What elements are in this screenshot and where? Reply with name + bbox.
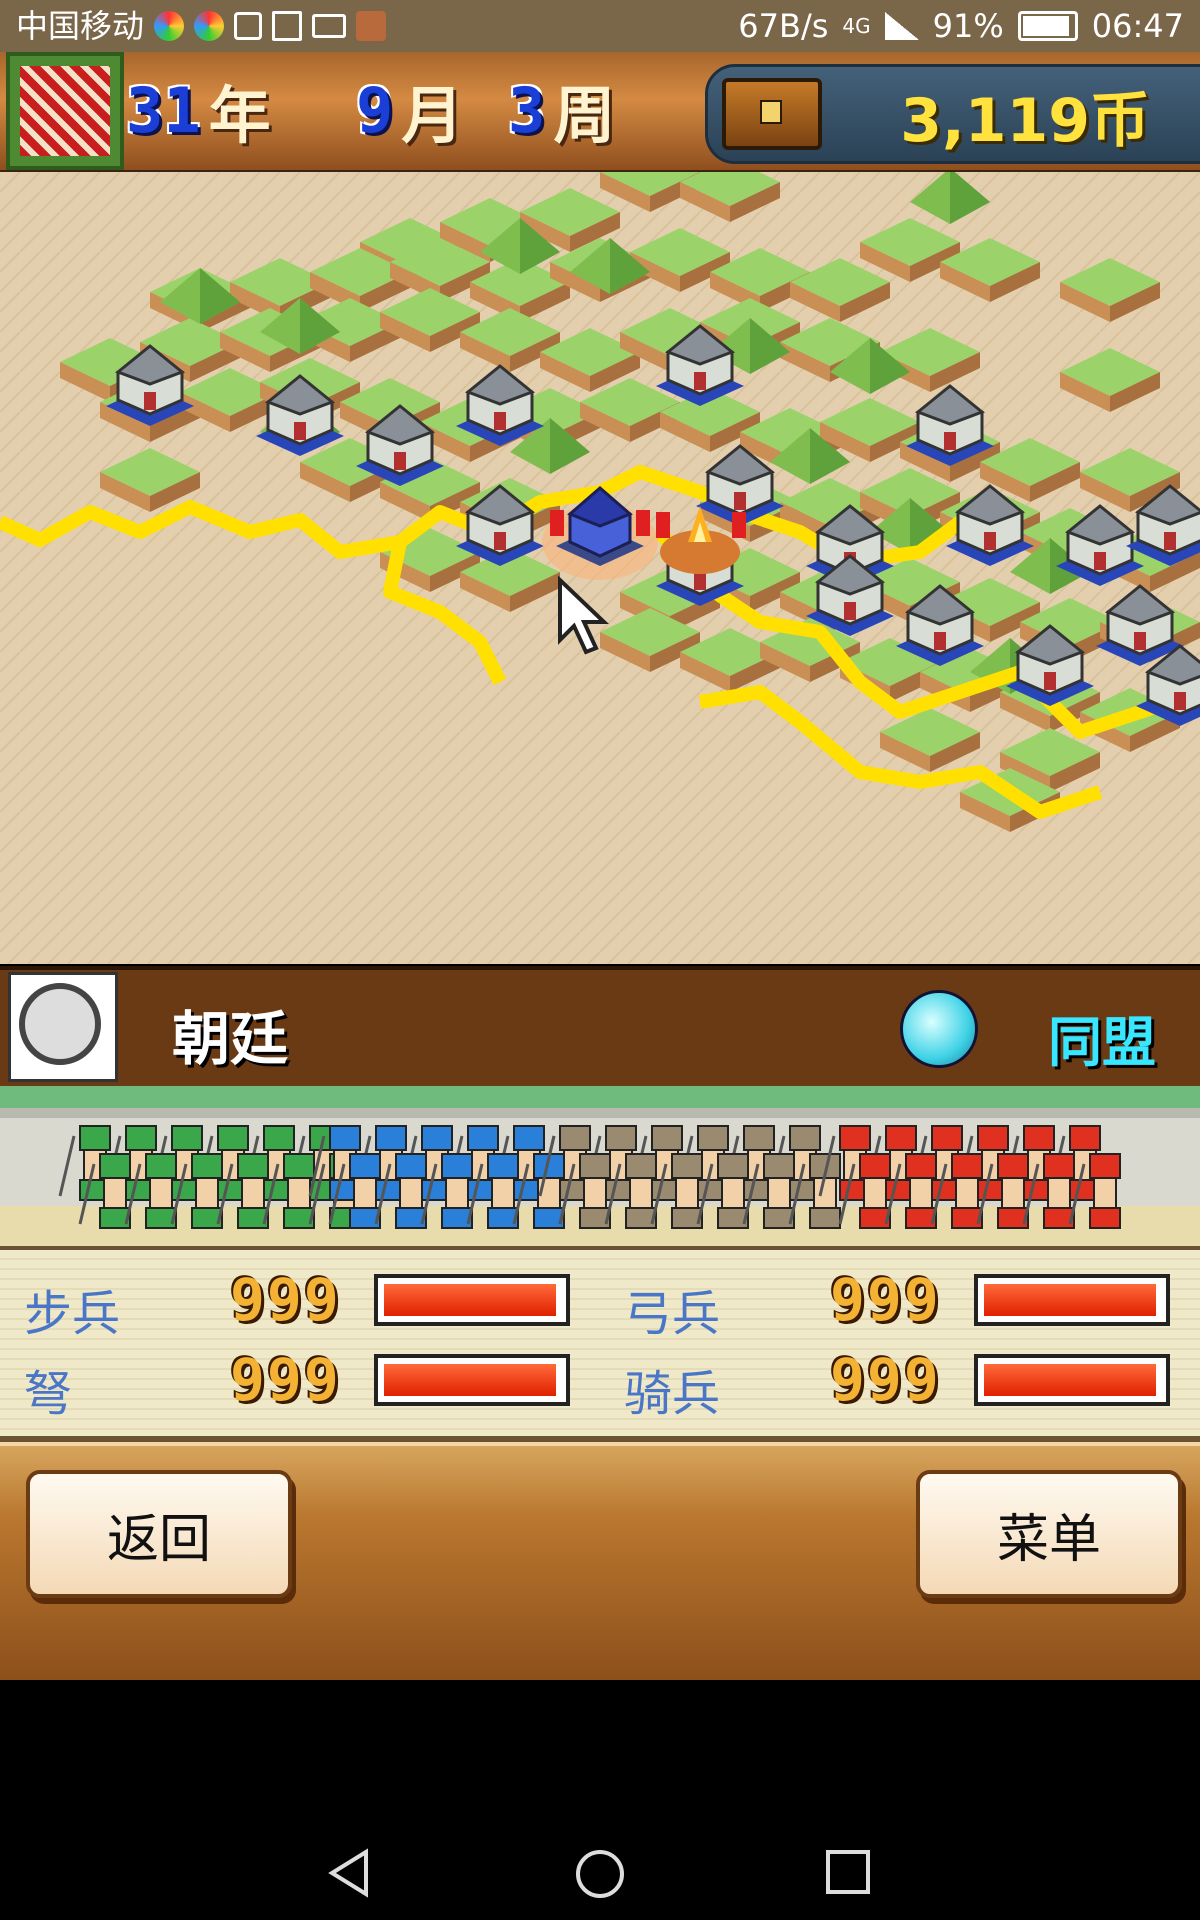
stat-crossbow: 弩 999 [0, 1330, 600, 1422]
stat-archer: 弓兵 999 [600, 1250, 1200, 1342]
battle-fire-icon [656, 506, 746, 574]
net-speed-label: 67B/s [738, 7, 829, 45]
stat-label: 骑兵 [624, 1366, 721, 1422]
carrier-label: 中国移动 [16, 7, 145, 45]
world-map[interactable] [0, 172, 1200, 964]
relation-status: 同盟 [1048, 1011, 1156, 1074]
app-notification-icon [194, 11, 225, 41]
stat-label: 弩 [24, 1366, 73, 1422]
stat-value: 999 [230, 1346, 341, 1414]
square-recent-icon[interactable] [824, 1848, 872, 1896]
game-notification-icon [356, 11, 387, 41]
stat-value: 999 [830, 1346, 941, 1414]
lock-notification-icon [234, 12, 263, 40]
status-bar: 中国移动 67B/s 4G 91% 06:47 [0, 0, 1200, 52]
clock-label: 06:47 [1091, 7, 1184, 45]
stat-bar [374, 1274, 570, 1326]
stat-value: 999 [830, 1266, 941, 1334]
stat-infantry: 步兵 999 [0, 1250, 600, 1342]
app-notification-icon [154, 11, 185, 41]
battery-icon [1017, 11, 1078, 41]
stat-cavalry: 骑兵 999 [600, 1330, 1200, 1422]
stat-value: 999 [230, 1266, 341, 1334]
triangle-back-icon[interactable] [326, 1848, 374, 1898]
faction-name: 朝廷 [172, 1005, 289, 1073]
troop-sprites [0, 1108, 1200, 1229]
army-illustration [0, 1086, 1200, 1251]
date-week: 3 周 [508, 73, 616, 153]
map-canvas[interactable] [0, 172, 1200, 964]
back-button[interactable]: 返回 [26, 1470, 292, 1598]
stat-bar [974, 1354, 1170, 1406]
network-type-label: 4G [842, 14, 871, 38]
signal-icon [884, 12, 919, 40]
alliance-face-icon [900, 990, 978, 1068]
clan-emblem-icon[interactable] [6, 52, 124, 170]
stat-bar [374, 1354, 570, 1406]
menu-button[interactable]: 菜单 [916, 1470, 1182, 1598]
date-year: 31 年 [126, 73, 271, 153]
image-notification-icon [272, 11, 303, 41]
money-amount: 3,119币 [900, 86, 1150, 156]
treasure-chest-icon [722, 78, 822, 150]
battery-percent-label: 91% [932, 7, 1004, 45]
date-month: 9 月 [356, 73, 464, 153]
keyboard-notification-icon [312, 14, 347, 38]
stat-bar [974, 1274, 1170, 1326]
faction-crest-icon [8, 972, 118, 1082]
circle-home-icon[interactable] [574, 1848, 626, 1900]
troop-stats-panel: 步兵 999 弓兵 999 弩 999 骑兵 999 [0, 1250, 1200, 1442]
